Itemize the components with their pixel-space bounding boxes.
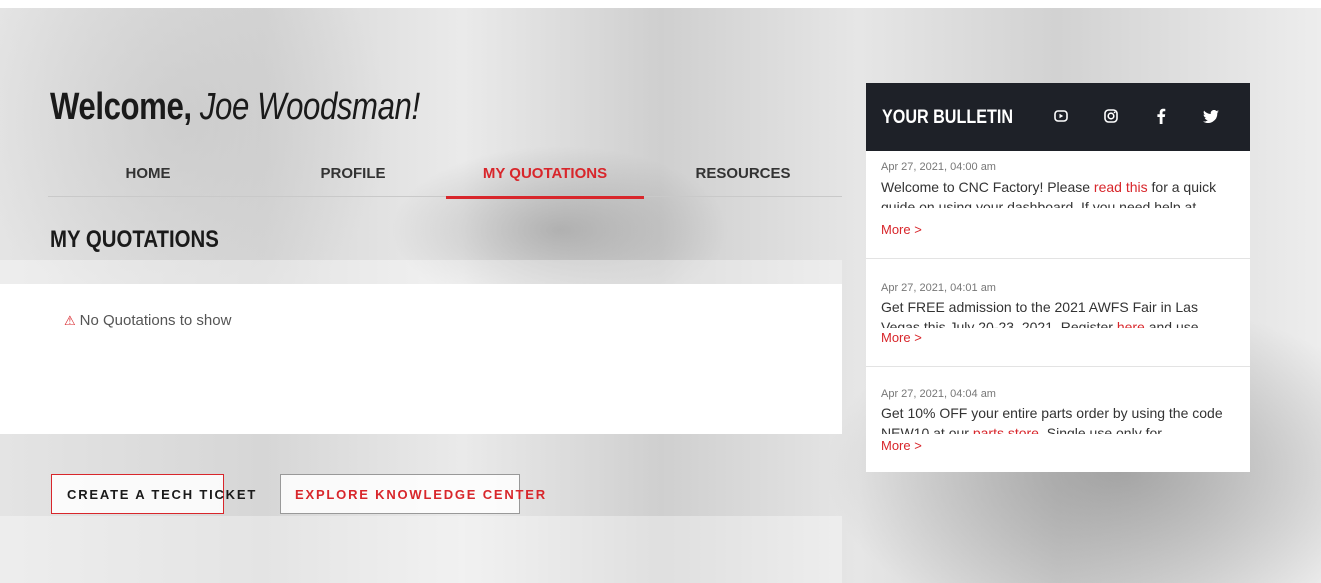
twitter-icon[interactable] — [1200, 105, 1222, 127]
quotations-panel — [0, 284, 842, 434]
instagram-icon[interactable] — [1100, 105, 1122, 127]
bulletin-text: Welcome to CNC Factory! Please read this… — [881, 179, 1217, 208]
facebook-icon[interactable] — [1150, 105, 1172, 127]
bulletin-date: Apr 27, 2021, 04:01 am — [881, 282, 996, 294]
tab-my-quotations[interactable]: MY QUOTATIONS — [446, 165, 644, 199]
page-title: MY QUOTATIONS — [50, 226, 219, 253]
tab-resources[interactable]: RESOURCES — [688, 165, 798, 196]
more-link[interactable]: More > — [881, 222, 922, 237]
empty-message: No Quotations to show — [79, 312, 232, 329]
bulletin-text: Get 10% OFF your entire parts order by u… — [881, 403, 1232, 434]
read-this-link[interactable]: read this — [1094, 179, 1148, 195]
parts-store-link[interactable]: parts store — [973, 425, 1039, 434]
more-link[interactable]: More > — [881, 330, 922, 345]
warning-icon: ⚠ — [64, 313, 76, 328]
empty-state: ⚠ No Quotations to show — [64, 312, 231, 329]
user-name: Joe Woodsman! — [199, 86, 420, 128]
tab-profile[interactable]: PROFILE — [303, 165, 403, 196]
bulletin-panel: YOUR BULLETIN Apr 27, 2021, 04:00 am Wel… — [866, 83, 1250, 472]
bulletin-item: Apr 27, 2021, 04:00 am Welcome to CNC Fa… — [866, 151, 1250, 259]
bulletin-item: Apr 27, 2021, 04:04 am Get 10% OFF your … — [866, 367, 1250, 472]
more-link[interactable]: More > — [881, 438, 922, 453]
welcome-greeting: Welcome, — [50, 86, 192, 128]
tab-home[interactable]: HOME — [98, 165, 198, 196]
explore-knowledge-center-button[interactable]: EXPLORE KNOWLEDGE CENTER — [280, 474, 545, 514]
tab-bar: HOME PROFILE MY QUOTATIONS RESOURCES — [48, 160, 842, 199]
bulletin-date: Apr 27, 2021, 04:04 am — [881, 388, 996, 400]
bulletin-item: Apr 27, 2021, 04:01 am Get FREE admissio… — [866, 259, 1250, 367]
bulletin-header: YOUR BULLETIN — [866, 83, 1250, 151]
bulletin-text: Get FREE admission to the 2021 AWFS Fair… — [881, 297, 1232, 328]
youtube-icon[interactable] — [1050, 105, 1072, 127]
welcome-heading: Welcome, Joe Woodsman! — [50, 86, 420, 129]
here-link[interactable]: here — [1117, 319, 1145, 328]
create-tech-ticket-button[interactable]: CREATE A TECH TICKET — [51, 474, 255, 514]
bulletin-title: YOUR BULLETIN — [882, 107, 1013, 128]
bulletin-date: Apr 27, 2021, 04:00 am — [881, 161, 996, 173]
